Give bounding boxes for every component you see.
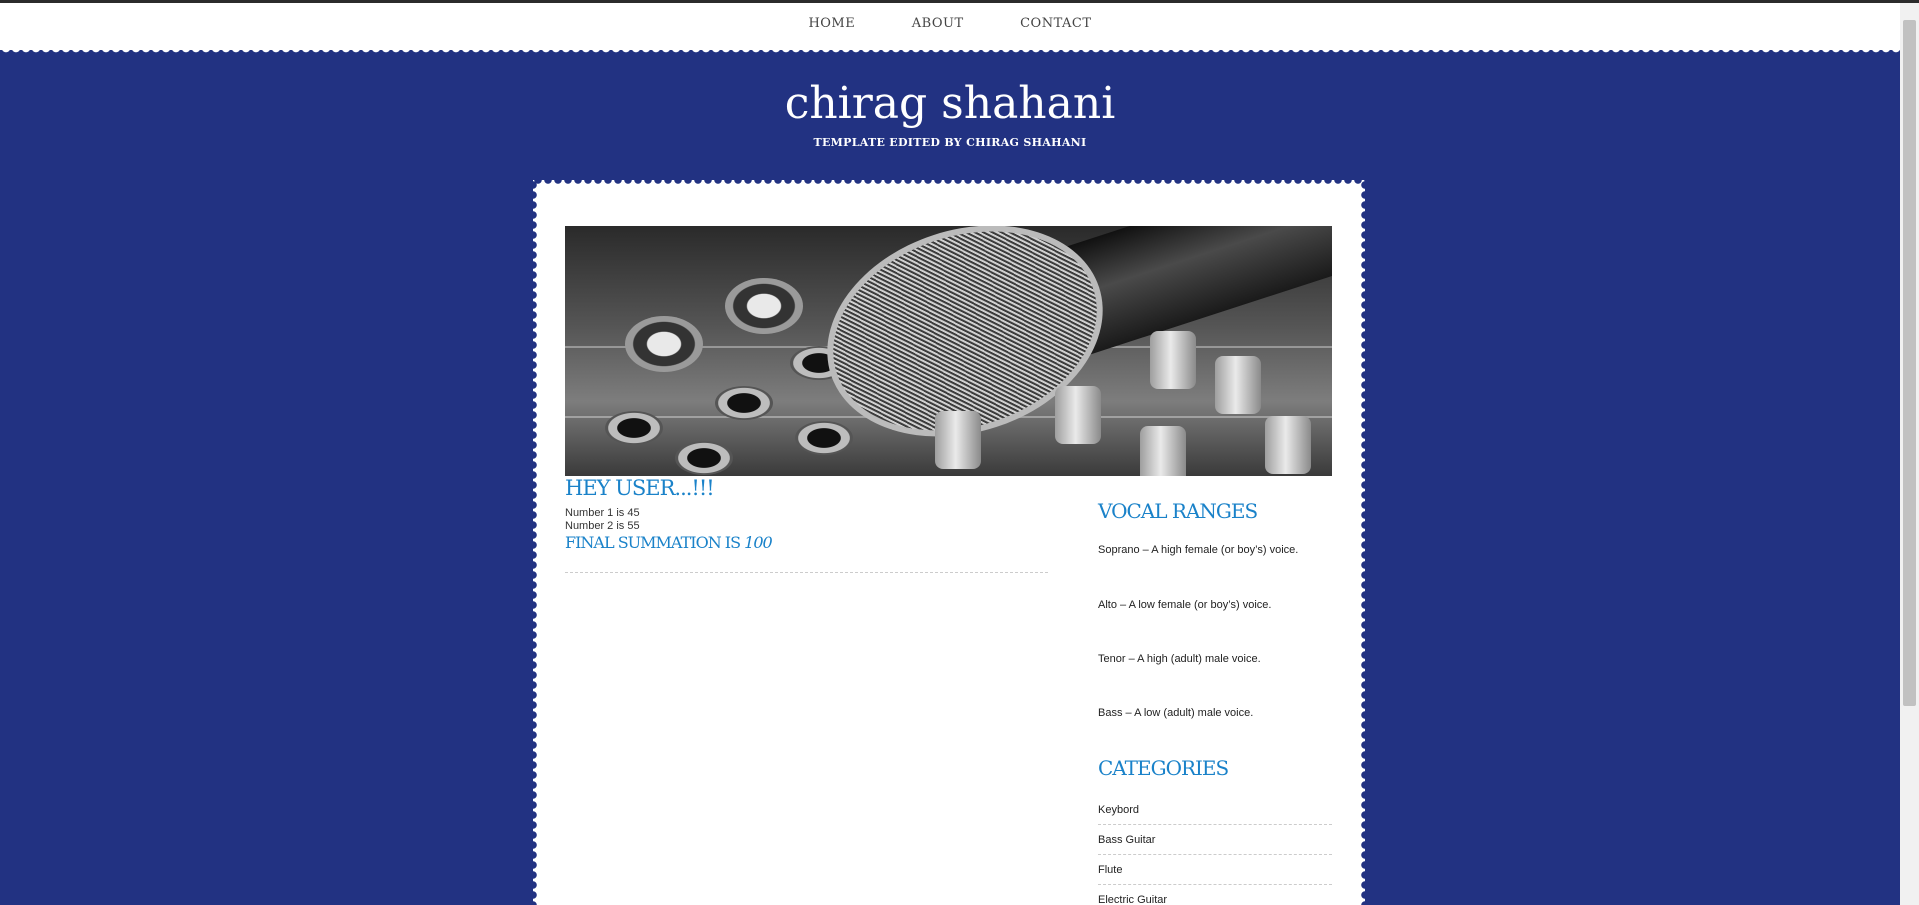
post-number-2: Number 2 is 55 [565, 520, 640, 532]
mixer-knob [1265, 416, 1311, 474]
mixer-knob [1215, 356, 1261, 414]
mixer-jack [675, 441, 733, 475]
site-subtitle: TEMPLATE EDITED BY CHIRAG SHAHANI [813, 136, 1087, 149]
mixer-knob [1140, 426, 1186, 476]
card-scallop-right [1357, 180, 1365, 905]
post-divider [565, 572, 1048, 573]
card-scallop-left [533, 180, 541, 905]
nav-home-link[interactable]: HOME [808, 3, 855, 45]
nav-about-link[interactable]: ABOUT [912, 3, 964, 45]
mixer-knob [935, 411, 981, 469]
mixer-jack [605, 411, 663, 445]
category-electric-guitar[interactable]: Electric Guitar [1098, 894, 1332, 905]
category-flute[interactable]: Flute [1098, 864, 1332, 885]
post-title: HEY USER...!!! [565, 476, 715, 500]
vocal-range-alto: Alto – A low female (or boy’s) voice. [1098, 599, 1272, 611]
mixer-jack [795, 421, 853, 455]
top-navigation: HOME ABOUT CONTACT [0, 3, 1900, 50]
vocal-range-tenor: Tenor – A high (adult) male voice. [1098, 653, 1261, 665]
vocal-ranges-title: VOCAL RANGES [1098, 499, 1258, 523]
mixer-knob [1150, 331, 1196, 389]
mixer-xlr-socket [625, 316, 703, 372]
site-title: chirag shahani [784, 78, 1116, 129]
mixer-jack [715, 386, 773, 420]
mixer-xlr-socket [725, 278, 803, 334]
category-keybord[interactable]: Keybord [1098, 804, 1332, 825]
categories-title: CATEGORIES [1098, 756, 1229, 780]
post-summation: FINAL SUMMATION IS 100 [565, 533, 773, 552]
category-bass-guitar[interactable]: Bass Guitar [1098, 834, 1332, 855]
vocal-range-soprano: Soprano – A high female (or boy’s) voice… [1098, 544, 1299, 556]
summation-value: 100 [744, 533, 773, 552]
summation-label: FINAL SUMMATION IS [565, 533, 741, 552]
card-scallop-top [533, 180, 1365, 188]
scrollbar-thumb[interactable] [1903, 20, 1916, 706]
post-number-1: Number 1 is 45 [565, 507, 640, 519]
nav-contact-link[interactable]: CONTACT [1020, 3, 1091, 45]
nav-scallop-edge [0, 48, 1900, 56]
vocal-range-bass: Bass – A low (adult) male voice. [1098, 707, 1254, 719]
hero-image-microphone-mixer [565, 226, 1332, 476]
mixer-knob [1055, 386, 1101, 444]
